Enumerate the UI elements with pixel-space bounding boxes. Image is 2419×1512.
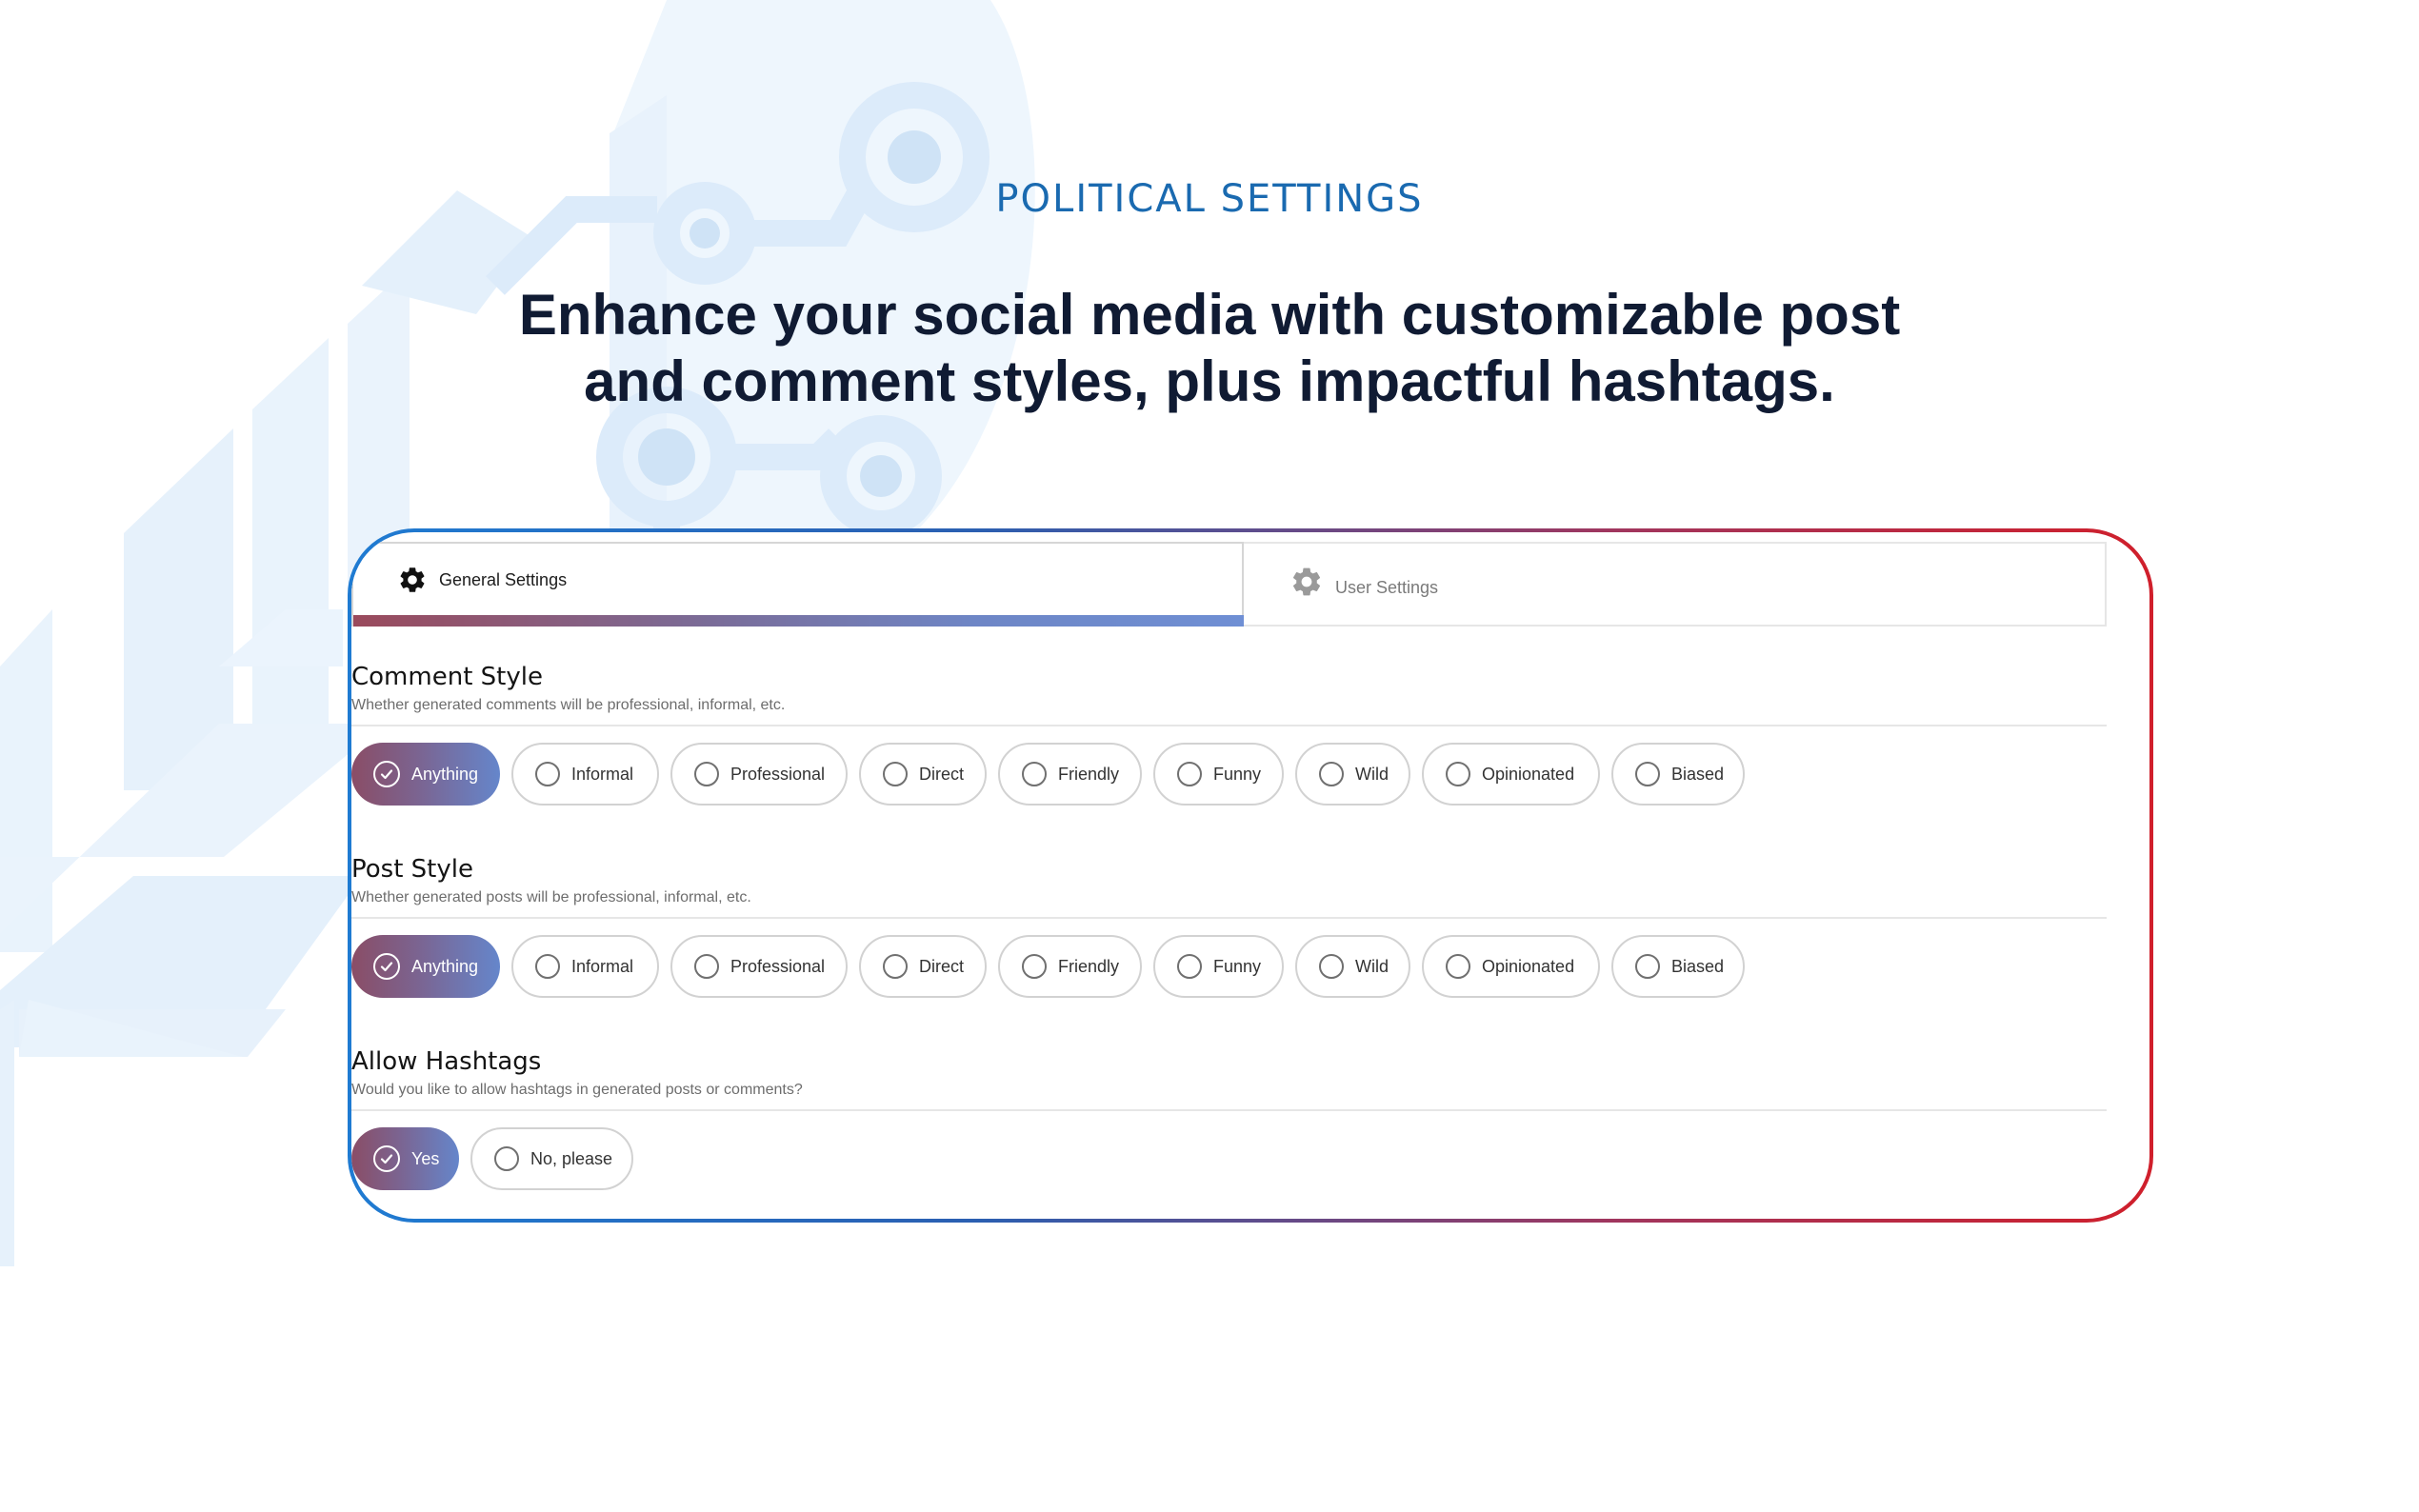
radio-empty-icon	[1635, 762, 1660, 786]
option-label: Informal	[571, 956, 634, 976]
radio-empty-icon	[883, 954, 908, 979]
option-label: Funny	[1213, 956, 1262, 976]
option-label: Informal	[571, 764, 634, 784]
check-circle-icon	[373, 1145, 400, 1172]
check-circle-icon	[373, 761, 400, 787]
radio-empty-icon	[1022, 954, 1047, 979]
settings-card: General Settings User Settings Comment S…	[351, 532, 2149, 1219]
tab-general-label: General Settings	[439, 570, 568, 589]
radio-empty-icon	[1177, 762, 1202, 786]
section-eyebrow: POLITICAL SETTINGS	[995, 177, 1424, 221]
post-style-option-friendly[interactable]: Friendly	[998, 935, 1142, 998]
option-label: Wild	[1355, 764, 1389, 784]
radio-empty-icon	[883, 762, 908, 786]
option-label: No, please	[530, 1148, 613, 1168]
post-style-option-direct[interactable]: Direct	[859, 935, 987, 998]
post-style-option-anything[interactable]: Anything	[351, 935, 500, 998]
option-label: Direct	[919, 764, 965, 784]
section-description: Would you like to allow hashtags in gene…	[351, 1082, 803, 1098]
option-label: Opinionated	[1482, 764, 1575, 784]
section-description: Whether generated posts will be professi…	[351, 889, 751, 905]
option-label: Professional	[730, 764, 826, 784]
radio-empty-icon	[1319, 762, 1344, 786]
section-title: Post Style	[351, 855, 473, 884]
post-style-option-wild[interactable]: Wild	[1295, 935, 1410, 998]
gear-icon	[1289, 565, 1324, 604]
radio-empty-icon	[694, 954, 719, 979]
settings-tabs: General Settings User Settings	[351, 542, 2107, 627]
option-label: Yes	[411, 1148, 440, 1168]
option-label: Friendly	[1058, 956, 1120, 976]
radio-empty-icon	[1635, 954, 1660, 979]
radio-empty-icon	[1446, 762, 1470, 786]
headline-line-1: Enhance your social media with customiza…	[518, 283, 1901, 347]
tab-user-label: User Settings	[1335, 578, 1439, 597]
post-style-option-informal[interactable]: Informal	[511, 935, 659, 998]
radio-empty-icon	[694, 762, 719, 786]
post-style-option-professional[interactable]: Professional	[670, 935, 848, 998]
comment-style-option-friendly[interactable]: Friendly	[998, 743, 1142, 806]
option-label: Anything	[411, 764, 479, 784]
option-label: Friendly	[1058, 764, 1120, 784]
post-style-option-funny[interactable]: Funny	[1153, 935, 1284, 998]
option-label: Biased	[1671, 764, 1725, 784]
option-label: Biased	[1671, 956, 1725, 976]
option-label: Professional	[730, 956, 826, 976]
tab-general-settings[interactable]: General Settings	[351, 542, 1244, 627]
comment-style-option-biased[interactable]: Biased	[1611, 743, 1745, 806]
section-description: Whether generated comments will be profe…	[351, 697, 786, 713]
comment-style-option-anything[interactable]: Anything	[351, 743, 500, 806]
page-headline: Enhance your social media with customiza…	[0, 282, 2419, 415]
option-label: Wild	[1355, 956, 1389, 976]
option-label: Opinionated	[1482, 956, 1575, 976]
radio-empty-icon	[1446, 954, 1470, 979]
section-divider	[351, 1109, 2107, 1111]
post-style-option-biased[interactable]: Biased	[1611, 935, 1745, 998]
comment-style-option-opinionated[interactable]: Opinionated	[1422, 743, 1600, 806]
hashtags-option-yes[interactable]: Yes	[351, 1127, 459, 1190]
section-title: Comment Style	[351, 663, 543, 691]
radio-empty-icon	[494, 1146, 519, 1171]
comment-style-option-wild[interactable]: Wild	[1295, 743, 1410, 806]
gear-icon	[397, 565, 428, 600]
option-label: Direct	[919, 956, 965, 976]
section-divider	[351, 917, 2107, 919]
hashtags-option-no[interactable]: No, please	[470, 1127, 633, 1190]
tab-user-settings[interactable]: User Settings	[1244, 542, 2107, 627]
radio-empty-icon	[535, 762, 560, 786]
radio-empty-icon	[1319, 954, 1344, 979]
option-label: Funny	[1213, 764, 1262, 784]
comment-style-option-informal[interactable]: Informal	[511, 743, 659, 806]
comment-style-option-direct[interactable]: Direct	[859, 743, 987, 806]
option-label: Anything	[411, 956, 479, 976]
radio-empty-icon	[1177, 954, 1202, 979]
section-title: Allow Hashtags	[351, 1047, 542, 1076]
section-divider	[351, 725, 2107, 726]
post-style-option-opinionated[interactable]: Opinionated	[1422, 935, 1600, 998]
radio-empty-icon	[535, 954, 560, 979]
comment-style-option-professional[interactable]: Professional	[670, 743, 848, 806]
radio-empty-icon	[1022, 762, 1047, 786]
check-circle-icon	[373, 953, 400, 980]
settings-card-frame: General Settings User Settings Comment S…	[348, 528, 2153, 1223]
headline-line-2: and comment styles, plus impactful hasht…	[584, 349, 1835, 413]
comment-style-option-funny[interactable]: Funny	[1153, 743, 1284, 806]
